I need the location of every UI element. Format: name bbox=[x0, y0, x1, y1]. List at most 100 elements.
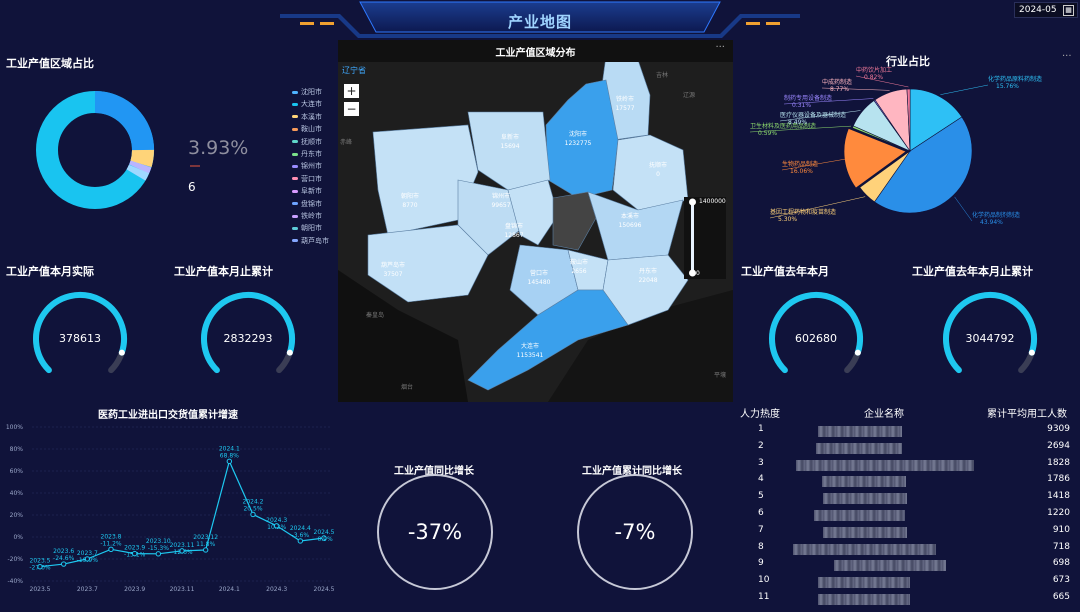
gauge-title: 工业产值去年本月 bbox=[741, 265, 829, 278]
row-headcount: 1828 bbox=[1047, 457, 1070, 468]
chart-point-date-label: 2024.5 bbox=[314, 529, 335, 536]
redacted-company-name bbox=[822, 476, 906, 488]
chart-point[interactable] bbox=[250, 511, 256, 518]
pie-slice-label: 中成药制造 bbox=[822, 78, 852, 86]
chart-data-label: -27.0% bbox=[29, 565, 51, 572]
chart-point[interactable] bbox=[155, 551, 162, 557]
table-row[interactable]: 5 1418 bbox=[740, 491, 1078, 508]
industry-more-icon[interactable]: ··· bbox=[1062, 51, 1072, 62]
neighbor-label: 秦皇岛 bbox=[366, 312, 385, 319]
zoom-out-button[interactable]: − bbox=[344, 102, 359, 116]
row-rank: 7 bbox=[758, 524, 764, 535]
region-value: 17577 bbox=[615, 105, 635, 112]
map-region-label: 葫芦岛市 37507 bbox=[381, 261, 405, 279]
map-more-icon[interactable]: ··· bbox=[715, 42, 725, 53]
legend-item[interactable]: 大连市 bbox=[292, 99, 322, 109]
chart-point-date-label: 2024.1 bbox=[219, 445, 240, 452]
zoom-in-button[interactable]: + bbox=[344, 84, 359, 98]
legend-item[interactable]: 铁岭市 bbox=[292, 211, 322, 221]
redacted-company-name bbox=[823, 526, 907, 538]
map-region-label: 本溪市 150696 bbox=[619, 212, 642, 230]
pie-slice-percent: 0.82% bbox=[864, 74, 883, 81]
legend-item[interactable]: 丹东市 bbox=[292, 149, 322, 159]
gauge-value: 602680 bbox=[795, 332, 837, 345]
chart-data-label: -15.1% bbox=[124, 552, 146, 559]
table-row[interactable]: 6 1220 bbox=[740, 508, 1078, 525]
redacted-company-name bbox=[818, 594, 910, 605]
region-share-donut bbox=[36, 90, 200, 209]
table-row[interactable]: 10 673 bbox=[740, 575, 1078, 592]
chart-point[interactable] bbox=[60, 561, 67, 567]
row-rank: 1 bbox=[758, 424, 764, 434]
table-row[interactable]: 4 1786 bbox=[740, 474, 1078, 491]
cumulative-yoy-growth-value: -7% bbox=[614, 520, 656, 544]
region-name: 盘锦市 bbox=[504, 223, 523, 230]
table-row[interactable]: 7 910 bbox=[740, 525, 1078, 542]
table-row[interactable]: 9 698 bbox=[740, 558, 1078, 575]
legend-item[interactable]: 鞍山市 bbox=[292, 124, 322, 134]
legend-label: 丹东市 bbox=[301, 150, 322, 158]
legend-dot-icon bbox=[292, 189, 298, 193]
table-row[interactable]: 11 665 bbox=[740, 592, 1078, 609]
table-row[interactable]: 3 1828 bbox=[740, 458, 1078, 475]
region-name: 抚顺市 bbox=[648, 162, 668, 169]
chart-point[interactable] bbox=[108, 546, 114, 553]
chart-point[interactable] bbox=[226, 458, 233, 465]
cumulative-yoy-growth-ring: -7% bbox=[577, 474, 693, 590]
legend-dot-icon bbox=[292, 164, 298, 168]
legend-item[interactable]: 葫芦岛市 bbox=[292, 236, 329, 246]
legend-dot-icon bbox=[292, 226, 298, 230]
donut-segment-benxi bbox=[130, 149, 154, 168]
chart-point[interactable] bbox=[202, 547, 209, 553]
region-value: 150696 bbox=[618, 222, 642, 229]
calendar-icon[interactable]: ▦ bbox=[1063, 5, 1074, 16]
chart-data-label: -19.9% bbox=[77, 557, 99, 564]
chart-point[interactable] bbox=[297, 538, 304, 544]
legend-dot-icon bbox=[292, 239, 298, 243]
legend-label: 鞍山市 bbox=[301, 125, 322, 134]
chart-data-label: -3.6% bbox=[292, 532, 310, 539]
legend-item[interactable]: 本溪市 bbox=[292, 112, 322, 122]
legend-item[interactable]: 朝阳市 bbox=[292, 223, 322, 233]
table-row[interactable]: 8 718 bbox=[740, 542, 1078, 559]
neighbor-label: 吉林 bbox=[656, 72, 669, 79]
region-value: 12867 bbox=[504, 232, 524, 239]
chart-data-label: 20.5% bbox=[243, 505, 262, 512]
map-panel[interactable]: 工业产值区域分布 ··· 辽宁省 + − 1400000 0 吉林 辽源 赤峰 … bbox=[338, 40, 733, 402]
y-tick-label: 20% bbox=[10, 512, 24, 519]
region-name: 鞍山市 bbox=[569, 259, 589, 266]
region-value: 1232775 bbox=[564, 140, 592, 147]
region-name: 阜新市 bbox=[500, 134, 519, 141]
row-headcount: 1418 bbox=[1047, 491, 1070, 502]
x-tick-label: 2023.11 bbox=[170, 586, 195, 593]
x-tick-label: 2024.3 bbox=[266, 586, 287, 593]
region-name: 葫芦岛市 bbox=[380, 262, 406, 269]
table-header-headcount: 累计平均用工人数 bbox=[987, 409, 1067, 420]
table-row[interactable]: 1 9309 bbox=[740, 424, 1078, 441]
row-headcount: 910 bbox=[1052, 524, 1070, 535]
map-breadcrumb[interactable]: 辽宁省 bbox=[342, 65, 366, 76]
map-region-label: 营口市 145480 bbox=[528, 269, 551, 287]
legend-item[interactable]: 营口市 bbox=[292, 174, 322, 184]
neighbor-label: 辽源 bbox=[683, 92, 696, 99]
x-tick-label: 2024.5 bbox=[314, 586, 335, 593]
legend-item[interactable]: 盘锦市 bbox=[292, 199, 322, 209]
row-headcount: 698 bbox=[1052, 558, 1070, 569]
region-name: 大连市 bbox=[520, 343, 540, 350]
y-tick-label: 40% bbox=[10, 490, 24, 497]
region-name: 丹东市 bbox=[638, 268, 657, 275]
y-tick-label: 60% bbox=[10, 468, 24, 475]
legend-item[interactable]: 阜新市 bbox=[292, 186, 322, 196]
table-row[interactable]: 2 2694 bbox=[740, 441, 1078, 458]
row-rank: 8 bbox=[758, 541, 764, 552]
chart-point-date-label: 2023.7 bbox=[77, 550, 98, 557]
legend-item[interactable]: 抚顺市 bbox=[292, 137, 322, 147]
region-name: 铁岭市 bbox=[615, 96, 634, 103]
map-region-label: 阜新市 15694 bbox=[500, 133, 519, 151]
row-rank: 9 bbox=[758, 558, 764, 569]
chart-data-label: -11.2% bbox=[100, 540, 122, 547]
legend-item[interactable]: 沈阳市 bbox=[292, 87, 322, 97]
date-picker[interactable]: 2024-05 ▦ bbox=[1014, 2, 1078, 18]
chart-point-date-label: 2024.4 bbox=[290, 525, 311, 532]
legend-item[interactable]: 锦州市 bbox=[292, 161, 322, 171]
